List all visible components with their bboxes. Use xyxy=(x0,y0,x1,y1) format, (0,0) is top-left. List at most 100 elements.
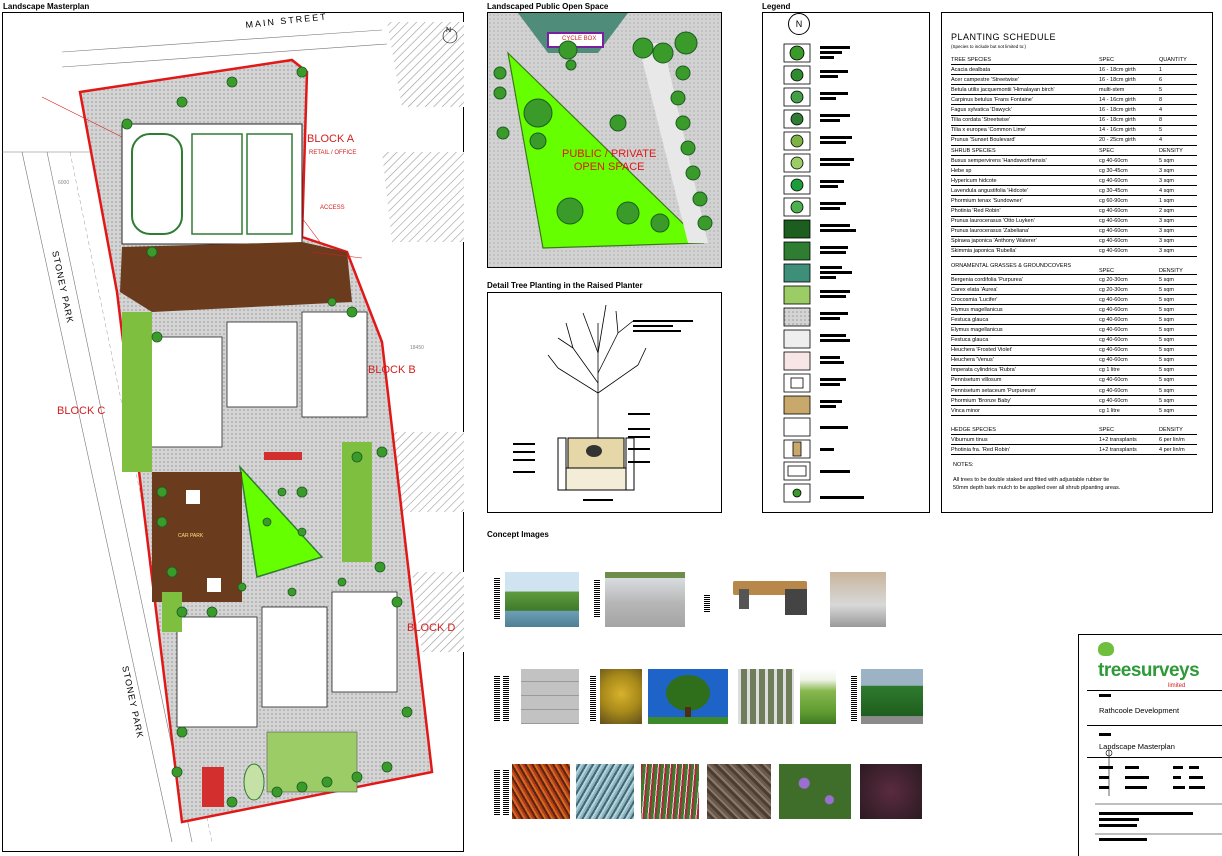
table-row: Festuca glauca cg 40-60cm 5 sqm xyxy=(951,335,1197,346)
tree-header-qty: QUANTITY xyxy=(1159,55,1197,66)
table-row: Fagus sylvatica 'Dawyck' 16 - 18cm girth 4 xyxy=(951,104,1197,116)
table-row: Festuca glauca cg 40-60cm 5 sqm xyxy=(951,314,1197,326)
concept-image-heuchera xyxy=(860,764,922,819)
table-row: Skimmia japonica 'Rubella' cg 40-60cm 3 sq… xyxy=(951,246,1197,258)
table-row: Tilia x europea 'Common Lime' 14 - 16cm g… xyxy=(951,125,1197,136)
table-row: Crocosmia 'Lucifer' cg 40-60cm 5 sqm xyxy=(951,294,1197,306)
detail-title: Detail Tree Planting in the Raised Plant… xyxy=(487,281,643,290)
concept-label-bar xyxy=(494,578,500,620)
table-row: Heuchera 'Venus' cg 40-60cm 5 sqm xyxy=(951,355,1197,366)
access-label: ACCESS xyxy=(320,205,345,211)
shrub-header-spec: SPEC xyxy=(1099,146,1159,157)
open-space-label-line1: PUBLIC / PRIVATE xyxy=(562,148,657,160)
concept-image-yellow-tree xyxy=(600,669,642,724)
concept-image-columnar-tree xyxy=(800,669,836,724)
table-row: Acacia dealbata 16 - 18cm girth 1 xyxy=(951,64,1197,76)
concept-image-birch-trees xyxy=(738,669,794,724)
concept-image-bark-mulch xyxy=(707,764,771,819)
table-row: Phormium 'Bronze Baby' cg 40-60cm 5 sqm xyxy=(951,395,1197,407)
shrub-header-density: DENSITY xyxy=(1159,146,1197,157)
concept-image-cycle-racks xyxy=(605,572,685,627)
dimension-18450: 18450 xyxy=(410,345,424,351)
table-row: Lavendula angustifolia 'Hidcote' cg 30-45… xyxy=(951,185,1197,197)
drawing-label-bar xyxy=(1099,733,1111,736)
cycle-box-label: CYCLE BOX xyxy=(562,36,597,42)
block-b-label: BLOCK B xyxy=(368,364,416,376)
company-logo: treesurveys xyxy=(1098,660,1200,681)
schedule-title: PLANTING SCHEDULE xyxy=(951,32,1057,42)
company-logo-sub: limited xyxy=(1168,683,1186,689)
table-row: Betula utilis jacquemontii 'Himalayan bi… xyxy=(951,84,1197,96)
hedge-schedule: HEDGE SPECIES SPEC DENSITY Viburnum tinu… xyxy=(951,425,1197,456)
concept-label-bar xyxy=(503,770,509,815)
table-row: Acer campestre 'Streetwise' 16 - 18cm gir… xyxy=(951,74,1197,86)
concept-image-water-feature xyxy=(505,572,579,627)
masterplan-title: Landscape Masterplan xyxy=(3,2,90,11)
title-block-fields xyxy=(1095,748,1222,841)
notes-title: NOTES: xyxy=(953,462,974,468)
block-c-label: BLOCK C xyxy=(57,405,106,417)
grass-header-spec: SPEC xyxy=(1099,258,1159,275)
concept-image-hedge xyxy=(861,669,923,724)
concept-image-bench-steel xyxy=(830,572,886,627)
title-divider xyxy=(1087,690,1222,691)
dimension-6000: 6000 xyxy=(58,180,70,186)
concept-image-blue-fescue xyxy=(576,764,634,819)
table-row: Hypericum hidcote cg 40-60cm 3 sqm xyxy=(951,175,1197,187)
hedge-header-density: DENSITY xyxy=(1159,425,1197,436)
table-row: Photinia 'Red Robin' cg 40-60cm 2 sqm xyxy=(951,206,1197,217)
hedge-header-spec: SPEC xyxy=(1099,425,1159,436)
table-row: Prunus laurocerasus 'Zabeliana' cg 40-60c… xyxy=(951,226,1197,237)
concept-label-bar xyxy=(503,676,509,721)
project-label-bar xyxy=(1099,694,1111,697)
north-arrow-plan-icon: N xyxy=(446,27,452,34)
table-row: Carex elata 'Aurea' cg 20-30cm 5 sqm xyxy=(951,284,1197,296)
legend-north-arrow-icon: N xyxy=(788,13,810,35)
legend-title: Legend xyxy=(762,2,791,11)
concept-label-bar xyxy=(704,595,710,613)
table-row: Carpinus betulus 'Frans Fontaine' 14 - 16… xyxy=(951,94,1197,106)
table-row: Vinca minor cg 1 litre 5 sqm xyxy=(951,405,1197,417)
table-row: Tilia cordata 'Streetwise' 16 - 18cm girt… xyxy=(951,115,1197,126)
table-row: Phormium tenax 'Sundowner' cg 60-90cm 1 sq… xyxy=(951,195,1197,207)
schedule-subtitle: (Species to include but not limited to:) xyxy=(951,44,1027,49)
shrub-header-species: SHRUB SPECIES xyxy=(951,146,1099,157)
concept-image-paving xyxy=(521,669,579,724)
table-row: Elymus magellanicus cg 40-60cm 5 sqm xyxy=(951,304,1197,316)
table-row: Hebe sp cg 30-45cm 3 sqm xyxy=(951,165,1197,177)
concept-label-bar xyxy=(594,580,600,618)
concept-image-bench-wood xyxy=(733,575,813,620)
tree-detail-drawing xyxy=(513,304,693,501)
site-plan xyxy=(2,22,464,843)
tree-header-spec: SPEC xyxy=(1099,55,1159,66)
note-2: 50mm depth bark mulch to be applied over… xyxy=(953,485,1121,491)
concept-label-bar xyxy=(851,676,857,721)
table-row: Pennisetum setaceum 'Purpureum' cg 40-60c… xyxy=(951,385,1197,397)
table-row: Spiraea japonica 'Anthony Waterer' cg 40-… xyxy=(951,236,1197,247)
concept-image-blood-grass xyxy=(641,764,699,819)
table-row: Buxus sempervirens 'Handsworthensis' cg 4… xyxy=(951,155,1197,167)
table-row: Imperata cylindrica 'Rubra' cg 1 litre 5 s… xyxy=(951,365,1197,376)
open-space-title: Landscaped Public Open Space xyxy=(487,2,609,11)
block-a-sub-label: RETAIL / OFFICE xyxy=(309,150,357,156)
block-a-label: BLOCK A xyxy=(307,133,355,145)
open-space-label-line2: OPEN SPACE xyxy=(573,161,645,173)
table-row: Elymus magellanicus cg 40-60cm 5 sqm xyxy=(951,324,1197,336)
table-row: Photinia fra. 'Red Robin' 1+2 transplants… xyxy=(951,444,1197,456)
project-name: Rathcoole Development xyxy=(1099,706,1180,715)
concept-image-vinca xyxy=(779,764,851,819)
title-divider xyxy=(1087,725,1222,726)
table-row: Bergenia cordifolia 'Purpurea' cg 20-30cm… xyxy=(951,274,1197,286)
table-row: Heuchera 'Frosted Violet' cg 40-60cm 5 sqm xyxy=(951,345,1197,356)
block-d-label: BLOCK D xyxy=(407,622,456,634)
tree-schedule: TREE SPECIES SPEC QUANTITY Acacia dealba… xyxy=(951,55,1197,146)
concept-image-red-grass xyxy=(512,764,570,819)
table-row: Prunus 'Sunset Boulevard' 20 - 25cm girth… xyxy=(951,135,1197,146)
car-park-label: CAR PARK xyxy=(178,533,204,539)
concept-label-bar xyxy=(494,676,500,721)
open-space-plan xyxy=(488,13,721,267)
note-1: All trees to be double staked and fitted… xyxy=(953,477,1110,483)
legend-symbols xyxy=(783,43,811,503)
tree-header-species: TREE SPECIES xyxy=(951,55,1099,66)
concept-image-oak-tree xyxy=(648,669,728,724)
